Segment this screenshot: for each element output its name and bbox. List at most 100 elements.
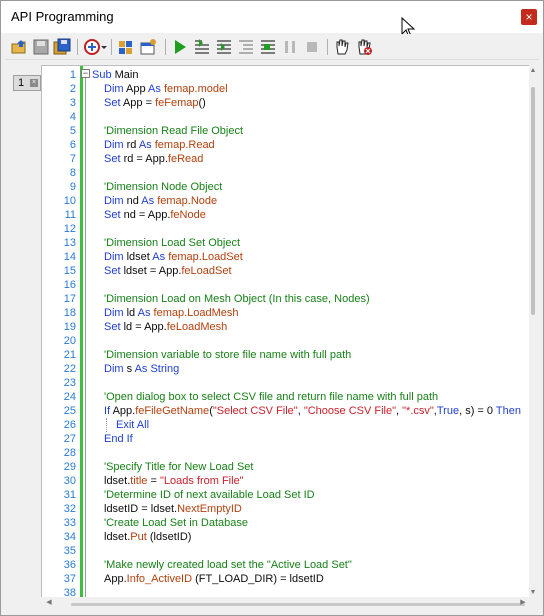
horizontal-scroll-thumb[interactable] — [71, 603, 525, 606]
code-text: 'Specify Title for New Load Set — [104, 460, 253, 474]
code-line[interactable]: 35 — [42, 544, 532, 558]
code-line[interactable]: 1 Sub Main — [42, 68, 532, 82]
scroll-up-arrow-icon[interactable]: ▲ — [529, 67, 537, 75]
line-number: 7 — [69, 153, 76, 165]
code-line[interactable]: 15 Set ldset = App.feLoadSet — [42, 264, 532, 278]
code-text: 'Dimension Read File Object — [104, 124, 243, 138]
code-line[interactable]: 6 Dim rd As femap.Read — [42, 138, 532, 152]
code-token: 'Create Load Set in Database — [104, 517, 248, 529]
line-number: 37 — [63, 573, 76, 585]
code-line[interactable]: 24 'Open dialog box to select CSV file an… — [42, 390, 532, 404]
code-line[interactable]: 34 ldset.Put (ldsetID) — [42, 530, 532, 544]
code-line[interactable]: 18 Dim ld As femap.LoadMesh — [42, 306, 532, 320]
scroll-right-arrow-icon[interactable]: ▶ — [519, 599, 527, 607]
code-line[interactable]: 30 ldset.title = "Loads from File" — [42, 474, 532, 488]
code-line[interactable]: 16 — [42, 278, 532, 292]
code-line[interactable]: 9 'Dimension Node Object — [42, 180, 532, 194]
code-line[interactable]: 28 — [42, 446, 532, 460]
tab-close-icon[interactable]: × — [30, 79, 38, 87]
code-line[interactable]: 13 'Dimension Load Set Object — [42, 236, 532, 250]
code-line[interactable]: 14 Dim ldset As femap.LoadSet — [42, 250, 532, 264]
save-icon[interactable] — [32, 38, 50, 56]
block-guide — [106, 418, 107, 432]
code-line[interactable]: 4 — [42, 110, 532, 124]
build-icon[interactable] — [117, 38, 135, 56]
code-line[interactable]: 3 Set App = feFemap() — [42, 96, 532, 110]
save-all-icon[interactable] — [53, 38, 71, 56]
code-line[interactable]: 8 — [42, 166, 532, 180]
run-to-cursor-icon[interactable] — [259, 38, 277, 56]
tab-module-1[interactable]: 1 × — [13, 75, 41, 91]
code-line[interactable]: 23 — [42, 376, 532, 390]
code-token: Dim — [104, 139, 127, 151]
code-line[interactable]: 12 — [42, 222, 532, 236]
dropdown-arrow-icon[interactable] — [100, 38, 108, 56]
code-token: title — [130, 475, 148, 487]
code-token: As — [152, 251, 169, 263]
code-line[interactable]: 10 Dim nd As femap.Node — [42, 194, 532, 208]
code-line[interactable]: 2 Dim App As femap.model — [42, 82, 532, 96]
code-line[interactable]: 27 End If — [42, 432, 532, 446]
code-token: Dim — [104, 251, 127, 263]
code-token: 'Dimension variable to store file name w… — [104, 349, 352, 361]
code-token: As — [138, 139, 155, 151]
run-icon[interactable] — [171, 38, 189, 56]
code-line[interactable]: 25 If App.feFileGetName("Select CSV File"… — [42, 404, 532, 418]
title-bar: API Programming × — [1, 1, 543, 33]
code-line[interactable]: 21 'Dimension variable to store file name… — [42, 348, 532, 362]
pause-icon[interactable] — [281, 38, 299, 56]
line-number: 29 — [63, 461, 76, 473]
line-number: 30 — [63, 475, 76, 487]
line-number: 9 — [69, 181, 76, 193]
code-line[interactable]: 17 'Dimension Load on Mesh Object (In thi… — [42, 292, 532, 306]
line-number: 5 — [69, 125, 76, 137]
window-title: API Programming — [11, 9, 114, 24]
code-token: femap.Read — [154, 139, 215, 151]
vertical-scroll-thumb[interactable] — [531, 87, 535, 315]
grab-icon[interactable] — [333, 38, 351, 56]
line-number: 15 — [63, 265, 76, 277]
code-line[interactable]: 29 'Specify Title for New Load Set — [42, 460, 532, 474]
code-token: Dim — [104, 307, 127, 319]
code-text: Set nd = App.feNode — [104, 208, 206, 222]
code-line[interactable]: 32 ldsetID = ldset.NextEmptyID — [42, 502, 532, 516]
line-number: 8 — [69, 167, 76, 179]
code-line[interactable]: 5 'Dimension Read File Object — [42, 124, 532, 138]
code-token: nd — [126, 195, 142, 207]
code-token: Dim — [104, 195, 127, 207]
code-token: App. — [104, 573, 127, 585]
code-token: 'Dimension Node Object — [104, 181, 223, 193]
code-line[interactable]: 36 'Make newly created load set the "Acti… — [42, 558, 532, 572]
code-text: ldset.Put (ldsetID) — [104, 530, 191, 544]
line-number: 14 — [63, 251, 76, 263]
code-line[interactable]: 7 Set rd = App.feRead — [42, 152, 532, 166]
line-number: 20 — [63, 335, 76, 347]
references-icon[interactable] — [139, 38, 157, 56]
line-number: 25 — [63, 405, 76, 417]
code-token: True — [436, 405, 460, 417]
code-line[interactable]: 11 Set nd = App.feNode — [42, 208, 532, 222]
stop-grab-icon[interactable] — [355, 38, 373, 56]
code-line[interactable]: 22 Dim s As String — [42, 362, 532, 376]
scroll-left-arrow-icon[interactable]: ◀ — [45, 599, 53, 607]
code-line[interactable]: 20 — [42, 334, 532, 348]
code-text: 'Determine ID of next available Load Set… — [104, 488, 315, 502]
step-over-icon[interactable] — [215, 38, 233, 56]
code-line[interactable]: 19 Set ld = App.feLoadMesh — [42, 320, 532, 334]
code-token: 'Specify Title for New Load Set — [104, 461, 254, 473]
code-token: End If — [104, 433, 133, 445]
code-line[interactable]: 26 Exit All — [42, 418, 532, 432]
close-button[interactable]: × — [521, 9, 537, 25]
reference-icon[interactable] — [83, 38, 101, 56]
code-line[interactable]: 33 'Create Load Set in Database — [42, 516, 532, 530]
code-line[interactable]: 37 App.Info_ActiveID (FT_LOAD_DIR) = ldse… — [42, 572, 532, 586]
step-out-icon[interactable] — [237, 38, 255, 56]
open-icon[interactable] — [11, 38, 29, 56]
code-editor[interactable]: − 1 Sub Main 2 Dim App As femap.model 3 Set A… — [41, 65, 537, 599]
code-token: rd = App. — [123, 153, 168, 165]
step-into-icon[interactable] — [193, 38, 211, 56]
code-line[interactable]: 31 'Determine ID of next available Load S… — [42, 488, 532, 502]
stop-icon[interactable] — [303, 38, 321, 56]
scroll-down-arrow-icon[interactable]: ▼ — [529, 589, 537, 597]
code-text: 'Create Load Set in Database — [104, 516, 248, 530]
